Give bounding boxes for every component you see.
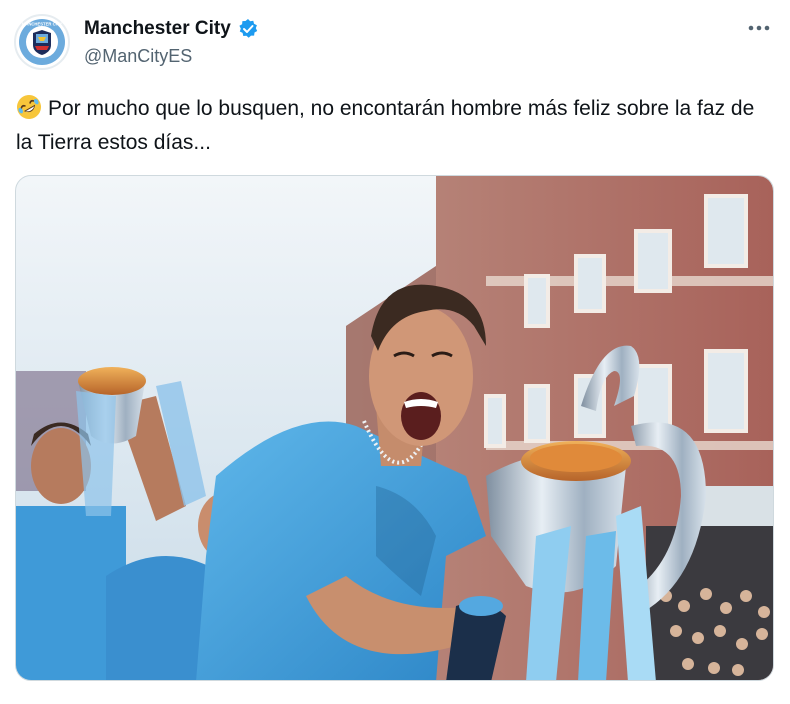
tweet-card[interactable]: MANCHESTER CITY Manchester City @ManCity… — [0, 0, 790, 704]
tweet-photo[interactable] — [15, 175, 774, 681]
verified-badge-icon[interactable] — [237, 18, 259, 40]
tweet-text: Por mucho que lo busquen, no encontarán … — [16, 92, 776, 160]
author-block: Manchester City @ManCityES — [84, 16, 259, 67]
manchester-city-crest-icon: MANCHESTER CITY — [19, 19, 65, 65]
more-options-icon[interactable] — [742, 14, 776, 42]
celebration-photo-image — [16, 176, 773, 680]
rolling-on-floor-laughing-emoji-icon — [16, 94, 42, 120]
avatar[interactable]: MANCHESTER CITY — [14, 14, 70, 70]
tweet-body: Por mucho que lo busquen, no encontarán … — [16, 97, 755, 154]
handle[interactable]: @ManCityES — [84, 46, 259, 67]
crest-text: MANCHESTER CITY — [22, 22, 62, 27]
display-name[interactable]: Manchester City — [84, 18, 231, 40]
